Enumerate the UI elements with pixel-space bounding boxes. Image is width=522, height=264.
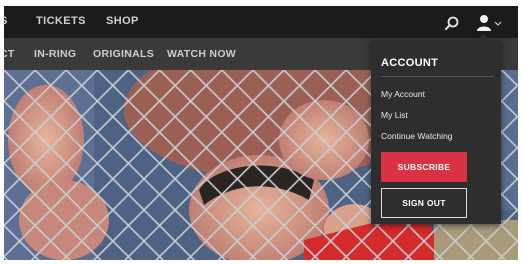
user-icon — [477, 15, 502, 31]
chevron-down-icon — [494, 21, 502, 26]
account-menu-title: ACCOUNT — [381, 57, 439, 69]
subnav-item-watch-now[interactable]: WATCH NOW — [167, 48, 236, 60]
top-navigation-bar: S TICKETS SHOP — [4, 6, 518, 38]
app-frame: S TICKETS SHOP CT IN-RING ORIGINALS WATC… — [4, 6, 518, 260]
subnav-item-originals[interactable]: ORIGINALS — [93, 48, 154, 60]
nav-item-tickets[interactable]: TICKETS — [36, 15, 86, 27]
subnav-item-partial[interactable]: CT — [4, 48, 15, 60]
search-icon[interactable] — [444, 15, 460, 31]
account-menu-divider — [381, 76, 493, 77]
user-account-button[interactable] — [476, 14, 502, 32]
dropdown-caret — [477, 34, 489, 40]
subnav-item-in-ring[interactable]: IN-RING — [34, 48, 76, 60]
nav-item-partial[interactable]: S — [4, 15, 8, 27]
my-account-link[interactable]: My Account — [381, 89, 425, 99]
account-dropdown-menu: ACCOUNT My Account My List Continue Watc… — [371, 34, 501, 224]
sign-out-button[interactable]: SIGN OUT — [381, 188, 467, 218]
continue-watching-link[interactable]: Continue Watching — [381, 131, 453, 141]
my-list-link[interactable]: My List — [381, 110, 408, 120]
subscribe-button[interactable]: SUBSCRIBE — [381, 152, 467, 182]
nav-item-shop[interactable]: SHOP — [106, 15, 139, 27]
